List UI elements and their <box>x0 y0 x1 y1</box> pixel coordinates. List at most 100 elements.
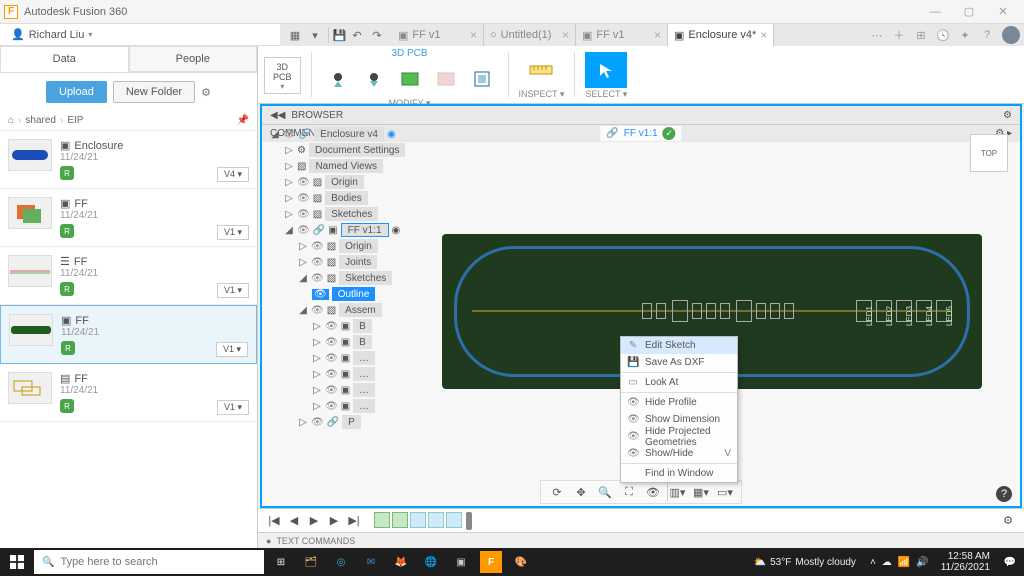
ctx-hide-projected[interactable]: 👁Hide Projected Geometries <box>621 428 737 445</box>
tab-untitled[interactable]: ○Untitled(1)× <box>484 24 576 46</box>
display-icon[interactable]: ▥▾ <box>667 483 687 501</box>
pan-icon[interactable]: ✥ <box>571 483 591 501</box>
new-folder-button[interactable]: New Folder <box>113 81 195 103</box>
measure-icon[interactable] <box>520 52 562 88</box>
help-icon[interactable]: ? <box>976 25 998 45</box>
visibility-icon[interactable]: 👁 <box>283 129 296 140</box>
timeline-play-icon[interactable]: ▶ <box>306 513 322 529</box>
tray-up-icon[interactable]: ˄ <box>870 557 876 568</box>
viewport-icon[interactable]: ▭▾ <box>715 483 735 501</box>
start-button[interactable] <box>0 548 34 576</box>
breadcrumb-eip[interactable]: EIP <box>67 115 83 126</box>
tree-ff-origin[interactable]: Origin <box>339 239 378 253</box>
project-item[interactable]: ▣FF 11/24/21 R V1 ▾ <box>0 305 257 364</box>
clock[interactable]: 12:58 AM 11/26/2021 <box>935 551 996 573</box>
tree-item[interactable]: P <box>342 415 361 429</box>
grid-apps-icon[interactable]: ▦ <box>286 27 304 43</box>
board-icon[interactable] <box>394 61 426 97</box>
timeline-back-icon[interactable]: ◀ <box>286 513 302 529</box>
select-tool[interactable] <box>585 52 627 88</box>
ctx-edit-sketch[interactable]: ✎Edit Sketch <box>621 337 737 354</box>
mail-icon[interactable]: ✉ <box>356 548 386 576</box>
timeline-marker[interactable] <box>466 512 472 530</box>
tree-sketches[interactable]: Sketches <box>325 207 378 221</box>
onedrive-icon[interactable]: ☁ <box>882 557 892 568</box>
fit-icon[interactable]: ⛶ <box>619 483 639 501</box>
tree-doc-settings[interactable]: Document Settings <box>309 143 406 157</box>
timeline-feature[interactable] <box>374 512 390 528</box>
copper-icon[interactable] <box>430 61 462 97</box>
tab-close-icon[interactable]: × <box>654 28 661 42</box>
tree-root[interactable]: Enclosure v4 <box>314 127 384 141</box>
home-icon[interactable]: ⌂ <box>8 115 14 126</box>
push-to-2d-icon[interactable] <box>322 61 354 97</box>
terminal-icon[interactable]: ▣ <box>446 548 476 576</box>
notifications-icon[interactable]: 🕓 <box>932 25 954 45</box>
project-item[interactable]: ▣FF 11/24/21 R V1 ▾ <box>0 189 257 247</box>
extensions-icon[interactable]: ⊞ <box>910 25 932 45</box>
timeline-end-icon[interactable]: ▶| <box>346 513 362 529</box>
look-icon[interactable]: 👁 <box>643 483 663 501</box>
ctx-hide-profile[interactable]: 👁Hide Profile <box>621 394 737 411</box>
timeline-feature[interactable] <box>410 512 426 528</box>
ctx-save-dxf[interactable]: 💾Save As DXF <box>621 354 737 371</box>
tree-item[interactable]: B <box>353 319 372 333</box>
tree-ff[interactable]: FF v1:1 <box>341 223 389 237</box>
redo-icon[interactable]: ↷ <box>368 27 386 43</box>
tree-origin[interactable]: Origin <box>325 175 364 189</box>
weather-widget[interactable]: ⛅ 53°F Mostly cloudy <box>746 557 864 568</box>
paint-icon[interactable]: 🎨 <box>506 548 536 576</box>
tree-item[interactable]: … <box>353 383 375 397</box>
tree-item[interactable]: … <box>353 399 375 413</box>
active-component-chip[interactable]: 🔗 FF v1:1 ✓ <box>600 126 681 141</box>
tab-close-icon[interactable]: × <box>562 28 569 42</box>
project-item[interactable]: ▣Enclosure 11/24/21 R V4 ▾ <box>0 131 257 189</box>
project-item[interactable]: ▤FF 11/24/21 R V1 ▾ <box>0 364 257 422</box>
wifi-icon[interactable]: 📶 <box>898 557 910 568</box>
project-item[interactable]: ☰FF 11/24/21 R V1 ▾ <box>0 247 257 305</box>
explorer-icon[interactable]: 🗂 <box>296 548 326 576</box>
view-cube[interactable]: TOP <box>970 134 1008 172</box>
upload-button[interactable]: Upload <box>46 81 107 103</box>
tree-ff-joints[interactable]: Joints <box>339 255 377 269</box>
breadcrumb-shared[interactable]: shared <box>25 115 56 126</box>
job-status-icon[interactable]: ✦ <box>954 25 976 45</box>
search-input[interactable] <box>60 556 256 568</box>
avatar[interactable] <box>1002 26 1020 44</box>
tree-bodies[interactable]: Bodies <box>325 191 368 205</box>
maximize-button[interactable]: ▢ <box>952 2 986 22</box>
ctx-find-in-window[interactable]: Find in Window <box>621 465 737 482</box>
orbit-icon[interactable]: ⟳ <box>547 483 567 501</box>
tab-data[interactable]: Data <box>0 46 129 72</box>
tab-enclosure[interactable]: ▣Enclosure v4*× <box>668 24 774 46</box>
zoom-icon[interactable]: 🔍 <box>595 483 615 501</box>
sync-icon[interactable]: ◉ <box>387 129 396 140</box>
tree-item[interactable]: … <box>353 367 375 381</box>
undo-icon[interactable]: ↶ <box>348 27 366 43</box>
taskbar-search[interactable]: 🔍 <box>34 550 264 574</box>
workspace-picker[interactable]: 3D PCB ▾ <box>264 57 301 94</box>
firefox-icon[interactable]: 🦊 <box>386 548 416 576</box>
timeline-feature[interactable] <box>446 512 462 528</box>
version-dropdown[interactable]: V1 ▾ <box>217 400 249 415</box>
close-button[interactable]: ✕ <box>986 2 1020 22</box>
pin-icon[interactable]: 📌 <box>237 115 249 126</box>
volume-icon[interactable]: 🔊 <box>916 557 928 568</box>
tab-ff-v1-b[interactable]: ▣FF v1× <box>576 24 668 46</box>
tab-ff-v1-a[interactable]: ▣FF v1× <box>392 24 484 46</box>
task-view-icon[interactable]: ⊞ <box>266 548 296 576</box>
collapse-icon[interactable]: ◢ <box>270 129 280 140</box>
tab-people[interactable]: People <box>129 46 258 72</box>
timeline-feature[interactable] <box>392 512 408 528</box>
version-dropdown[interactable]: V1 ▾ <box>217 225 249 240</box>
user-menu[interactable]: 👤 Richard Liu ▾ <box>0 27 103 42</box>
collapse-browser-icon[interactable]: ◀◀ <box>270 110 285 121</box>
version-dropdown[interactable]: V4 ▾ <box>217 167 249 182</box>
tree-item[interactable]: B <box>353 335 372 349</box>
version-dropdown[interactable]: V1 ▾ <box>217 283 249 298</box>
fusion-icon[interactable]: F <box>480 551 502 573</box>
activate-icon[interactable]: ◉ <box>392 225 401 236</box>
tab-close-icon[interactable]: × <box>470 28 477 42</box>
component-icon[interactable] <box>466 61 498 97</box>
push-from-2d-icon[interactable] <box>358 61 390 97</box>
